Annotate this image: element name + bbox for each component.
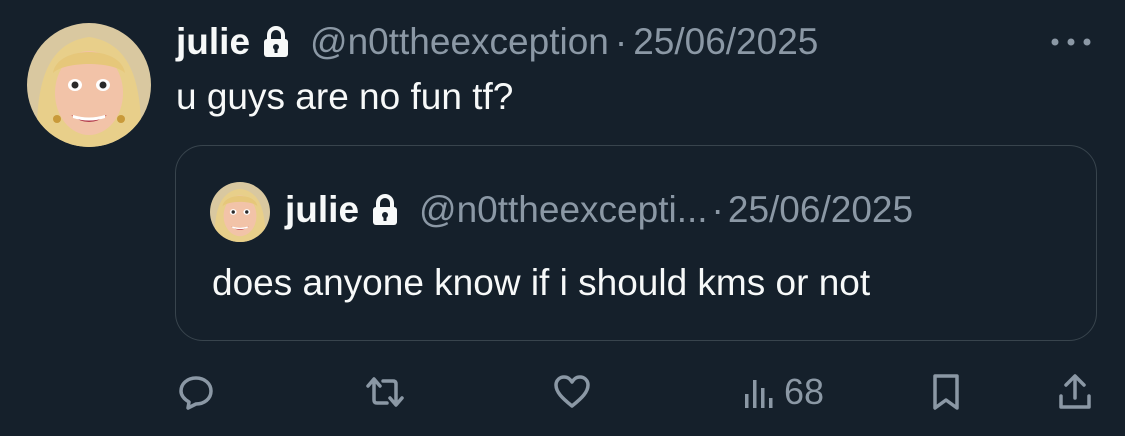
reply-button[interactable] <box>176 362 216 422</box>
retweet-icon <box>363 372 407 412</box>
views-icon <box>742 372 776 412</box>
lock-icon <box>262 25 290 59</box>
heart-icon <box>552 372 592 412</box>
separator-dot: · <box>711 189 724 230</box>
views-count: 68 <box>784 371 825 412</box>
quoted-tweet[interactable]: julie @n0ttheexcepti... · 25/06/2025 doe… <box>175 145 1097 341</box>
views-button[interactable]: 68 <box>742 362 824 422</box>
bookmark-button[interactable] <box>928 362 964 422</box>
tweet-header: julie @n0ttheexception · 25/06/2025 <box>176 14 818 70</box>
quoted-display-name: julie <box>285 189 360 230</box>
bookmark-icon <box>928 372 964 412</box>
more-icon[interactable] <box>1047 30 1095 54</box>
retweet-button[interactable] <box>363 362 407 422</box>
action-bar: 68 <box>0 362 1125 422</box>
tweet-text: u guys are no fun tf? <box>176 76 514 117</box>
share-icon <box>1056 372 1094 412</box>
quoted-handle: @n0ttheexcepti... <box>419 189 708 230</box>
reply-icon <box>176 372 216 412</box>
like-button[interactable] <box>552 362 592 422</box>
timestamp[interactable]: 25/06/2025 <box>633 21 818 63</box>
lock-icon <box>371 193 399 227</box>
quoted-timestamp: 25/06/2025 <box>727 189 914 230</box>
quoted-avatar <box>210 182 270 242</box>
quoted-tweet-text: does anyone know if i should kms or not <box>212 262 871 303</box>
avatar[interactable] <box>27 23 151 147</box>
handle[interactable]: @n0ttheexception <box>310 21 609 63</box>
tweet[interactable]: julie @n0ttheexception · 25/06/2025 u gu… <box>0 0 1125 436</box>
display-name[interactable]: julie <box>176 21 250 63</box>
separator-dot: · <box>614 21 628 62</box>
quoted-header: julie @n0ttheexcepti... · 25/06/2025 <box>285 184 913 236</box>
share-button[interactable] <box>1056 362 1094 422</box>
